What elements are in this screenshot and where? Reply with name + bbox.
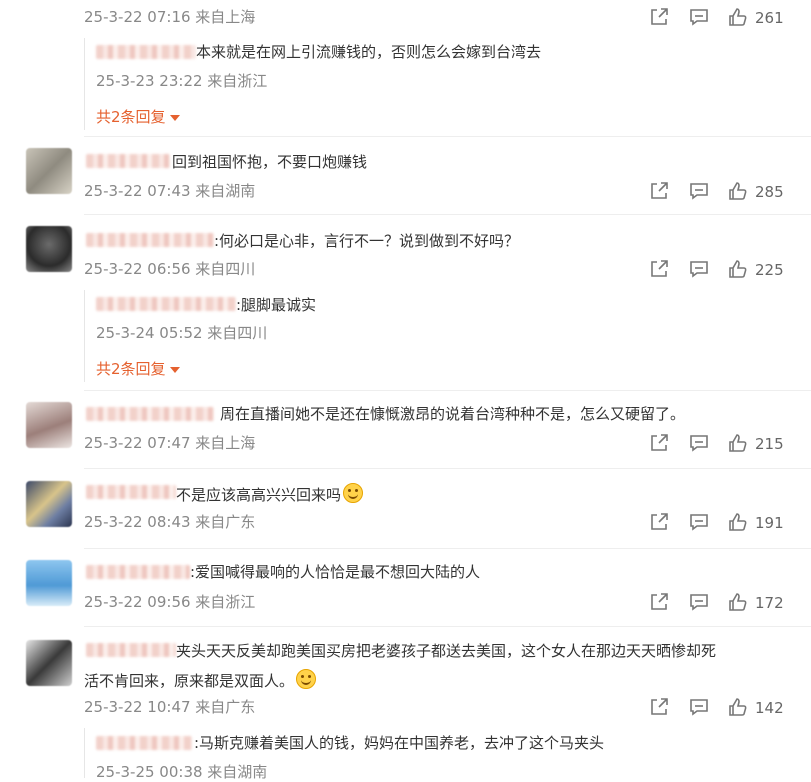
laughing-emoji-icon (296, 669, 317, 689)
reply-text: :马斯克赚着美国人的钱，妈妈在中国养老，去冲了这个马夹头 (194, 734, 605, 752)
thumbs-up-icon[interactable] (727, 180, 749, 202)
share-icon[interactable] (648, 696, 670, 718)
comment-text: :何必口是心非，言行不一？说到做到不好吗？ (214, 232, 520, 250)
comment-text-line2: 活不肯回来，原来都是双面人。 (84, 669, 317, 691)
divider (84, 214, 811, 215)
divider (84, 468, 811, 469)
comment-icon[interactable] (688, 432, 710, 454)
thumbs-up-icon[interactable] (727, 432, 749, 454)
comment-meta: 25-3-22 07:43 来自湖南 (84, 182, 256, 200)
like-count: 172 (755, 594, 784, 612)
reply-thread-line (84, 38, 85, 130)
divider (84, 548, 811, 549)
comment-icon[interactable] (688, 696, 710, 718)
comment-icon[interactable] (688, 258, 710, 280)
divider (84, 626, 811, 627)
thumbs-up-icon[interactable] (727, 696, 749, 718)
thumbs-up-icon[interactable] (727, 6, 749, 28)
reply-text: 本来就是在网上引流赚钱的，否则怎么会嫁到台湾去 (196, 43, 542, 61)
thumbs-up-icon[interactable] (727, 511, 749, 533)
divider (84, 390, 811, 391)
reply-text: :腿脚最诚实 (236, 296, 317, 314)
comment-icon[interactable] (688, 6, 710, 28)
comment-icon[interactable] (688, 591, 710, 613)
comment-meta: 25-3-22 07:16 来自上海 (84, 8, 256, 26)
avatar[interactable] (26, 481, 72, 527)
comment-text-body: 不是应该高高兴兴回来吗 (176, 486, 342, 504)
share-icon[interactable] (648, 511, 670, 533)
avatar[interactable] (26, 560, 72, 606)
comment-text: 周在直播间她不是还在慷慨激昂的说着台湾种种不是，怎么又硬留了。 (220, 405, 686, 423)
share-icon[interactable] (648, 591, 670, 613)
blurred-username[interactable] (96, 736, 192, 750)
comment-meta: 25-3-22 10:47 来自广东 (84, 698, 256, 716)
like-count: 215 (755, 435, 784, 453)
comment-text: 夹头天天反美却跑美国买房把老婆孩子都送去美国，这个女人在那边天天晒惨却死 (176, 642, 717, 660)
blurred-username[interactable] (86, 643, 176, 657)
like-count: 285 (755, 183, 784, 201)
share-icon[interactable] (648, 180, 670, 202)
reply-meta: 25-3-24 05:52 来自四川 (96, 324, 268, 342)
blurred-username[interactable] (96, 45, 196, 59)
blurred-username[interactable] (86, 154, 170, 168)
blurred-username[interactable] (96, 297, 236, 311)
share-icon[interactable] (648, 258, 670, 280)
more-replies-link[interactable]: 共2条回复 (96, 359, 180, 379)
blurred-username[interactable] (86, 485, 176, 499)
avatar[interactable] (26, 640, 72, 686)
comment-text: 回到祖国怀抱，不要口炮赚钱 (172, 153, 368, 171)
reply-thread-line (84, 728, 85, 778)
thumbs-up-icon[interactable] (727, 591, 749, 613)
like-count: 225 (755, 261, 784, 279)
more-replies-link[interactable]: 共2条回复 (96, 107, 180, 127)
divider (84, 136, 811, 137)
comment-meta: 25-3-22 07:47 来自上海 (84, 434, 256, 452)
avatar[interactable] (26, 402, 72, 448)
caret-down-icon (169, 366, 180, 373)
comment-text: :爱国喊得最响的人恰恰是最不想回大陆的人 (190, 563, 481, 581)
avatar[interactable] (26, 148, 72, 194)
share-icon[interactable] (648, 6, 670, 28)
comment-text: 不是应该高高兴兴回来吗 (176, 483, 364, 505)
comment-meta: 25-3-22 06:56 来自四川 (84, 260, 256, 278)
blurred-username[interactable] (86, 407, 214, 421)
comment-icon[interactable] (688, 511, 710, 533)
comment-meta: 25-3-22 09:56 来自浙江 (84, 593, 256, 611)
more-replies-label: 共2条回复 (96, 108, 166, 126)
like-count: 142 (755, 699, 784, 717)
thumbs-up-icon[interactable] (727, 258, 749, 280)
more-replies-label: 共2条回复 (96, 360, 166, 378)
blurred-username[interactable] (86, 233, 214, 247)
caret-down-icon (169, 114, 180, 121)
reply-thread-line (84, 290, 85, 382)
like-count: 191 (755, 514, 784, 532)
comment-text-body: 活不肯回来，原来都是双面人。 (84, 672, 295, 690)
reply-meta: 25-3-25 00:38 来自湖南 (96, 763, 268, 781)
blurred-username[interactable] (86, 565, 190, 579)
thinking-emoji-icon (343, 483, 364, 503)
share-icon[interactable] (648, 432, 670, 454)
like-count: 261 (755, 9, 784, 27)
comment-icon[interactable] (688, 180, 710, 202)
comment-meta: 25-3-22 08:43 来自广东 (84, 513, 256, 531)
avatar[interactable] (26, 226, 72, 272)
reply-meta: 25-3-23 23:22 来自浙江 (96, 72, 268, 90)
